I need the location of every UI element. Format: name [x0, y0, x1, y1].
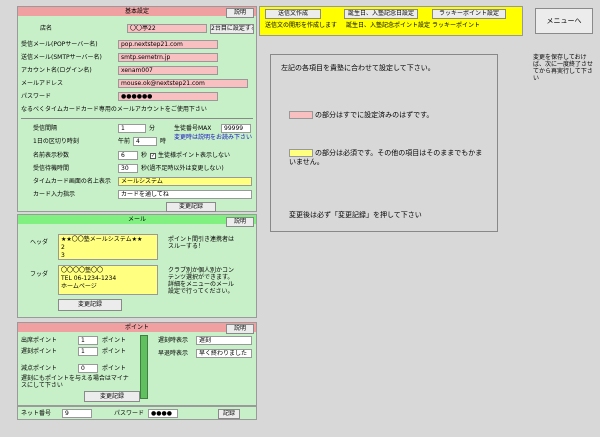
max-no-note: 変更時は説明をお読み下さい: [174, 134, 253, 141]
net-bar: ネット番号 9 パスワード ●●●● 記録: [17, 406, 257, 420]
account-note: なるべくタイムカードカード専用のメールアカウントをご使用下さい: [21, 106, 207, 113]
mail-footer-note: クラブ別か個人別かコンテンツ選択ができます。詳細をメニューのメール設定で行ってく…: [168, 267, 235, 295]
tc-title-label: タイムカード画面の名上表示: [33, 178, 111, 185]
info-line-1: 左記の各項目を貴塾に合わせて設定して下さい。: [281, 64, 435, 72]
net-password-field[interactable]: ●●●●: [148, 409, 178, 418]
max-no-label: 生徒番号MAX: [174, 125, 212, 132]
birthday-button[interactable]: 誕生日、入塾記念日設定: [344, 9, 418, 19]
point-panel: ポイント 説明 出席ポイント 1 ポイント 遅刻ポイント 1 ポイント 減点ポイ…: [17, 322, 257, 406]
absent-point-unit: ポイント: [102, 365, 127, 372]
point-save-button[interactable]: 変更記録: [84, 391, 140, 402]
menu-button[interactable]: メニューへ: [535, 8, 593, 34]
mail-panel: メール 説明 ヘッダ ★★〇〇塾メールシステム★★ 2 3 ポイント間引き連携者…: [17, 214, 257, 318]
interval-label: 受信間隔: [33, 125, 58, 132]
late-point-field[interactable]: 1: [78, 347, 98, 356]
interval-field[interactable]: 1: [118, 124, 146, 133]
send-text-button[interactable]: 送信文作成: [265, 9, 321, 19]
smtp-server-field[interactable]: smtp.semetrn.jp: [118, 53, 218, 62]
mail-help-button[interactable]: 説明: [226, 217, 254, 227]
wait-field[interactable]: 30: [118, 164, 138, 173]
mail-footer-textarea[interactable]: 〇〇〇〇塾〇〇 TEL 06-1234-1234 ホームページ: [58, 265, 158, 295]
info-line-3: の部分は必須です。その他の項目はそのままでもかまいません。: [289, 149, 483, 166]
top-action-bar: 送信文作成 誕生日、入塾記念日設定 ラッキーポイント設定 送信文の開形を作成しま…: [259, 6, 523, 36]
side-note: 変更を保存しておけば、次に一度終了させてから再実行して下さい: [533, 54, 594, 82]
lucky-point-button[interactable]: ラッキーポイント設定: [432, 9, 506, 19]
name-disp-unit: 秒: [141, 152, 148, 159]
net-no-label: ネット番号: [21, 410, 52, 417]
mail-address-field[interactable]: mouse.ok@nextstep21.com: [118, 79, 248, 88]
name-disp-label: 名前表示秒数: [33, 152, 70, 159]
point-hide-label: 生徒様ポイント表示しない: [158, 152, 231, 159]
point-hide-checkbox[interactable]: ✓: [150, 153, 156, 159]
send-text-desc: 送信文の開形を作成します: [265, 22, 338, 29]
work-start-label: 1日の区切り時刻: [33, 138, 79, 145]
mail-address-label: メールアドレス: [21, 80, 64, 87]
attend-point-unit: ポイント: [102, 337, 127, 344]
tc-title-field[interactable]: メールシステム: [118, 177, 252, 186]
work-start-field[interactable]: 4: [133, 137, 157, 146]
basic-separator: [21, 118, 253, 119]
absent-point-label: 減点ポイント: [21, 365, 58, 372]
mail-head-label: ヘッダ: [30, 239, 49, 246]
net-save-button[interactable]: 記録: [218, 409, 240, 419]
birthday-desc: 誕生日、入塾記念ポイント設定: [346, 22, 431, 29]
absent-point-field[interactable]: 0: [78, 364, 98, 373]
point-help-button[interactable]: 説明: [226, 324, 254, 334]
info-line-4: 変更後は必ず「変更記録」を押して下さい: [289, 211, 422, 219]
account-field[interactable]: xenam007: [118, 66, 218, 75]
net-no-field[interactable]: 9: [62, 409, 92, 418]
name-disp-field[interactable]: 6: [118, 151, 138, 160]
pop-server-label: 受信メール(POPサーバー名): [21, 41, 98, 48]
shop-name-label: 店名: [40, 25, 53, 32]
early-disp-label: 早退時表示: [158, 350, 189, 357]
lucky-point-desc: ラッキーポイント: [432, 22, 481, 29]
interval-unit: 分: [149, 125, 156, 132]
account-label: アカウント名(ログイン名): [21, 67, 92, 74]
basic-save-button[interactable]: 変更記録: [166, 202, 216, 212]
info-line-2: の部分はすでに設定済みのはずです。: [315, 111, 434, 119]
late-disp-field[interactable]: 遅刻: [196, 336, 252, 345]
point-divider-bar: [140, 335, 148, 399]
wait-note: 秒(過不足時以外は変更しない): [141, 165, 224, 172]
wait-label: 受信待機時間: [33, 165, 70, 172]
work-start-unit: 時: [160, 138, 167, 145]
smtp-server-label: 送信メール(SMTPサーバー名): [21, 54, 102, 61]
basic-settings-header: 基本設定: [18, 7, 256, 16]
max-no-field[interactable]: 99999: [221, 124, 251, 133]
mail-head-textarea[interactable]: ★★〇〇塾メールシステム★★ 2 3: [58, 234, 158, 260]
shop-name-field[interactable]: 〇〇亭22: [127, 24, 207, 33]
point-note: 遅刻にもポイントを与える場合はマイナスにして下さい: [21, 375, 129, 389]
pink-legend-swatch: [289, 111, 313, 119]
point-header: ポイント: [18, 323, 256, 332]
attend-point-label: 出席ポイント: [21, 337, 58, 344]
password-field[interactable]: ●●●●●●: [118, 92, 218, 101]
second-shop-button[interactable]: 2台目に設定する: [210, 24, 254, 34]
mail-header: メール: [18, 215, 256, 224]
password-label: パスワード: [21, 93, 52, 100]
attend-point-field[interactable]: 1: [78, 336, 98, 345]
work-start-prefix: 午前: [118, 138, 131, 145]
card-input-label: カード入力指示: [33, 191, 76, 198]
net-password-label: パスワード: [114, 410, 145, 417]
basic-settings-panel: 基本設定 説明 店名 〇〇亭22 2台目に設定する 受信メール(POPサーバー名…: [17, 6, 257, 212]
late-disp-label: 遅刻時表示: [158, 337, 189, 344]
late-point-unit: ポイント: [102, 348, 127, 355]
late-point-label: 遅刻ポイント: [21, 348, 58, 355]
info-panel: 左記の各項目を貴塾に合わせて設定して下さい。 の部分はすでに設定済みのはずです。…: [270, 54, 498, 232]
early-disp-field[interactable]: 早く終わりました: [196, 349, 252, 358]
mail-footer-label: フッダ: [30, 271, 49, 278]
card-input-field[interactable]: カードを通してね: [118, 190, 252, 199]
mail-head-note: ポイント間引き連携者はスルーする！: [168, 236, 235, 250]
basic-help-button[interactable]: 説明: [226, 8, 254, 18]
mail-save-button[interactable]: 変更記録: [58, 299, 122, 311]
pop-server-field[interactable]: pop.nextstep21.com: [118, 40, 218, 49]
